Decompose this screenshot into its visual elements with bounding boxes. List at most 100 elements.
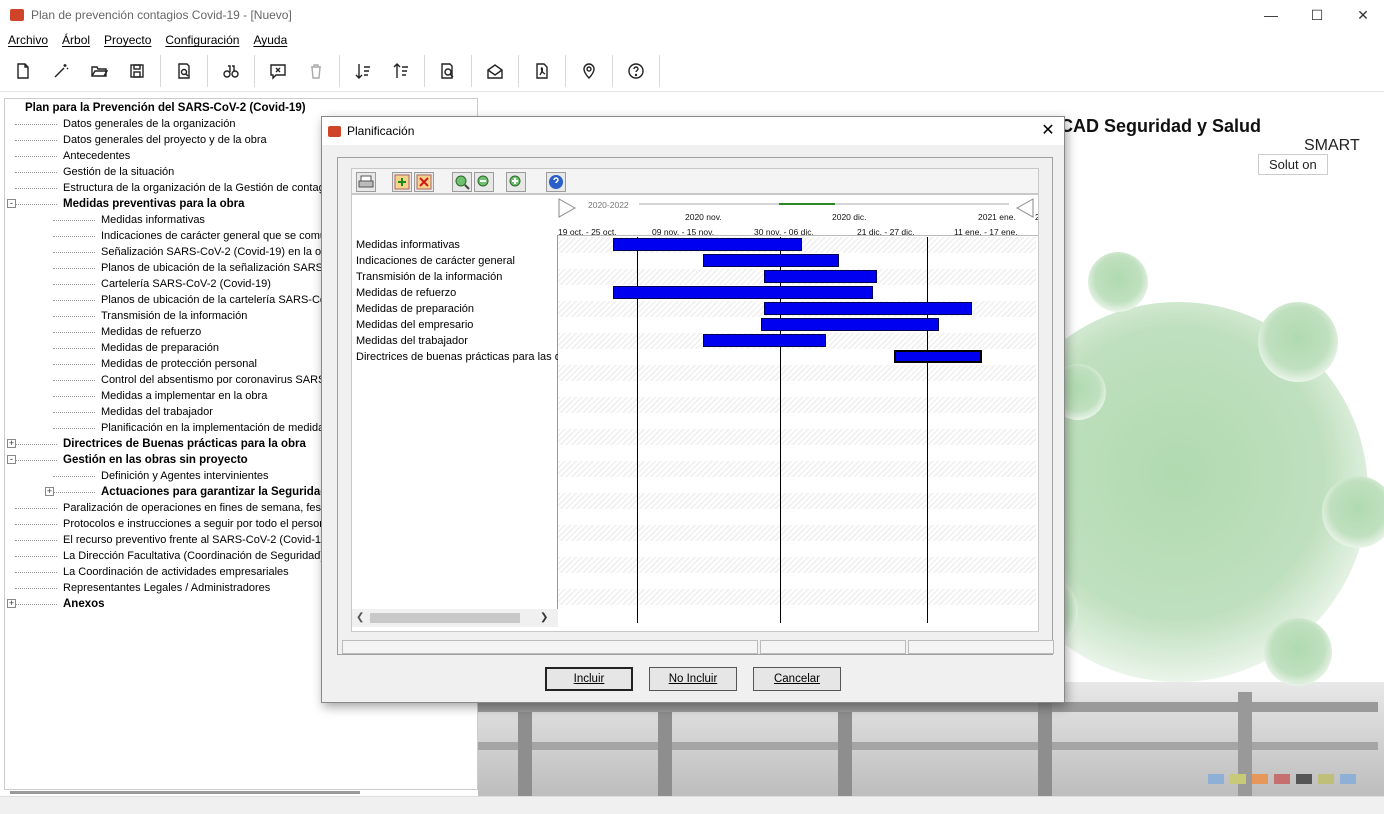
tree-item[interactable]: Transmisión de la información (101, 308, 247, 324)
mail-icon[interactable] (480, 56, 510, 86)
sort-up-icon[interactable] (386, 56, 416, 86)
expand-icon[interactable]: + (7, 439, 16, 448)
collapse-icon[interactable]: - (7, 199, 16, 208)
search-doc-icon[interactable] (433, 56, 463, 86)
wand-icon[interactable] (46, 56, 76, 86)
task-name[interactable]: Medidas de preparación (356, 301, 558, 317)
tree-item[interactable]: Paralización de operaciones en fines de … (63, 500, 332, 516)
tree-item[interactable]: Planos de ubicación de la cartelería SAR… (101, 292, 333, 308)
tree-item[interactable]: Directrices de Buenas prácticas para la … (63, 436, 306, 452)
cancel-button[interactable]: Cancelar (753, 667, 841, 691)
binoculars-icon[interactable] (216, 56, 246, 86)
brand-title: CAD Seguridad y Salud (1060, 116, 1262, 136)
tree-item[interactable]: Actuaciones para garantizar la Seguridad (101, 484, 327, 500)
gantt-chart[interactable]: 2020-2022 2020 nov. 2020 dic. 2021 ene. … (351, 194, 1039, 632)
month-label: 2021 ene. (978, 212, 1016, 222)
include-button[interactable]: Incluir (545, 667, 633, 691)
menu-archivo[interactable]: Archivo (8, 33, 48, 47)
task-bar[interactable] (764, 270, 877, 283)
tree-connector (15, 124, 57, 125)
scrollbar-thumb[interactable] (370, 613, 520, 623)
menu-arbol[interactable]: Árbol (62, 33, 90, 47)
task-bar[interactable] (613, 286, 873, 299)
collapse-icon[interactable]: - (7, 455, 16, 464)
task-name[interactable]: Medidas de refuerzo (356, 285, 558, 301)
sort-down-icon[interactable] (348, 56, 378, 86)
save-icon[interactable] (122, 56, 152, 86)
tree-item[interactable]: Estructura de la organización de la Gest… (63, 180, 333, 196)
help-icon[interactable] (546, 172, 566, 192)
task-bar[interactable] (764, 302, 972, 315)
tree-item[interactable]: Indicaciones de carácter general que se … (101, 228, 330, 244)
task-bar[interactable] (613, 238, 802, 251)
planificacion-dialog: Planificación ✕ 2020-2022 2020 nov. 2020… (321, 116, 1065, 703)
period-gridline (927, 237, 928, 623)
trash-icon[interactable] (301, 56, 331, 86)
comment-icon[interactable] (263, 56, 293, 86)
close-button[interactable]: ✕ (1340, 0, 1384, 30)
tree-item[interactable]: Antecedentes (63, 148, 130, 164)
month-label: 2 (1035, 212, 1038, 222)
task-bar[interactable] (894, 350, 982, 363)
zoom-fit-icon[interactable] (506, 172, 526, 192)
tree-item[interactable]: Gestión en las obras sin proyecto (63, 452, 248, 468)
tree-item[interactable]: Control del absentismo por coronavirus S… (101, 372, 337, 388)
tree-item[interactable]: Medidas a implementar en la obra (101, 388, 267, 404)
tree-item[interactable]: Señalización SARS-CoV-2 (Covid-19) en la… (101, 244, 337, 260)
toolbar-separator (471, 54, 472, 87)
task-name[interactable]: Transmisión de la información (356, 269, 558, 285)
tree-item[interactable]: Medidas del trabajador (101, 404, 213, 420)
preview-icon[interactable] (169, 56, 199, 86)
tree-item[interactable]: Datos generales de la organización (63, 116, 235, 132)
tree-item[interactable]: Medidas de refuerzo (101, 324, 201, 340)
expand-icon[interactable]: + (7, 599, 16, 608)
tree-item[interactable]: Medidas de preparación (101, 340, 219, 356)
menu-configuracion[interactable]: Configuración (165, 33, 239, 47)
add-row-icon[interactable] (392, 172, 412, 192)
tree-item[interactable]: Medidas preventivas para la obra (63, 196, 245, 212)
zoom-in-icon[interactable] (452, 172, 472, 192)
print-icon[interactable] (356, 172, 376, 192)
tree-item[interactable]: Medidas de protección personal (101, 356, 257, 372)
task-name[interactable]: Medidas del empresario (356, 317, 558, 333)
tree-item[interactable]: Definición y Agentes intervinientes (101, 468, 269, 484)
tree-item[interactable]: La Coordinación de actividades empresari… (63, 564, 289, 580)
new-icon[interactable] (8, 56, 38, 86)
task-name[interactable]: Medidas informativas (356, 237, 558, 253)
tree-item[interactable]: Datos generales del proyecto y de la obr… (63, 132, 267, 148)
tree-item[interactable]: Planificación en la implementación de me… (101, 420, 330, 436)
task-name[interactable]: Medidas del trabajador (356, 333, 558, 349)
task-name[interactable]: Directrices de buenas prácticas para las… (356, 349, 558, 365)
location-icon[interactable] (574, 56, 604, 86)
open-icon[interactable] (84, 56, 114, 86)
delete-row-icon[interactable] (414, 172, 434, 192)
scrollbar-thumb[interactable] (10, 791, 360, 794)
maximize-button[interactable]: ☐ (1294, 0, 1340, 30)
tree-root[interactable]: Plan para la Prevención del SARS-CoV-2 (… (25, 100, 306, 116)
menu-ayuda[interactable]: Ayuda (253, 33, 287, 47)
menu-proyecto[interactable]: Proyecto (104, 33, 151, 47)
task-bar[interactable] (761, 318, 939, 331)
tree-item[interactable]: Anexos (63, 596, 105, 612)
exclude-button[interactable]: No Incluir (649, 667, 737, 691)
dialog-titlebar: Planificación (322, 117, 1064, 145)
task-name[interactable]: Indicaciones de carácter general (356, 253, 558, 269)
tree-item[interactable]: Medidas informativas (101, 212, 205, 228)
tree-item[interactable]: Cartelería SARS-CoV-2 (Covid-19) (101, 276, 271, 292)
status-cell (760, 640, 906, 654)
help-icon[interactable] (621, 56, 651, 86)
task-bar[interactable] (703, 334, 826, 347)
tree-item[interactable]: Gestión de la situación (63, 164, 174, 180)
tree-item[interactable]: La Dirección Facultativa (Coordinación d… (63, 548, 330, 564)
dialog-close-button[interactable]: ✕ (1038, 121, 1058, 141)
expand-icon[interactable]: + (45, 487, 54, 496)
minimize-button[interactable]: — (1248, 0, 1294, 30)
pdf-icon[interactable] (527, 56, 557, 86)
task-list-scrollbar[interactable]: ❮ ❯ (352, 609, 558, 627)
zoom-out-icon[interactable] (474, 172, 494, 192)
tree-item[interactable]: Protocolos e instrucciones a seguir por … (63, 516, 331, 532)
tree-item[interactable]: El recurso preventivo frente al SARS-CoV… (63, 532, 331, 548)
tree-item[interactable]: Planos de ubicación de la señalización S… (101, 260, 335, 276)
tree-item[interactable]: Representantes Legales / Administradores (63, 580, 270, 596)
task-bar[interactable] (703, 254, 839, 267)
